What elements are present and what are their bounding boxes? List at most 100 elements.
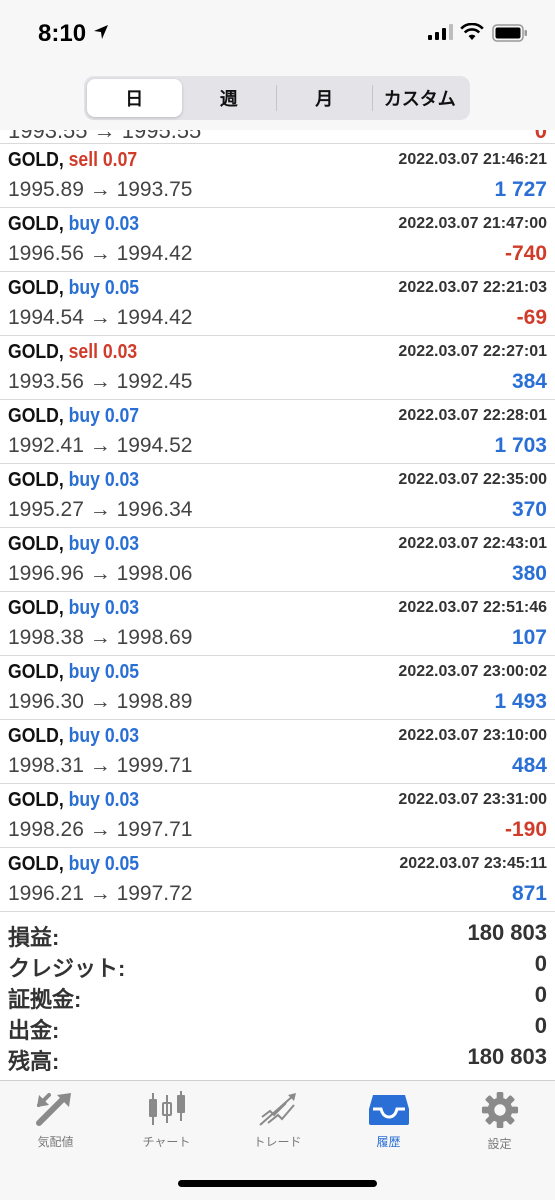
trade-row[interactable]: GOLD, buy 0.03 2022.03.07 21:47:00 1996.56… bbox=[0, 208, 555, 272]
trade-row[interactable]: GOLD, buy 0.03 2022.03.07 22:51:46 1998.38… bbox=[0, 592, 555, 656]
summary-withdrawal-row: 出金: 0 bbox=[0, 1011, 555, 1043]
trade-row[interactable]: GOLD, sell 0.07 2022.03.07 21:46:21 1995.8… bbox=[0, 144, 555, 208]
trade-symbol-name: GOLD, bbox=[8, 853, 64, 875]
trade-side: buy 0.03 bbox=[69, 213, 139, 235]
summary-value: 180 803 bbox=[467, 920, 547, 945]
trade-volume: 0.03 bbox=[104, 469, 140, 491]
trade-symbol: GOLD, buy 0.03 bbox=[8, 725, 139, 748]
trade-prices: 1993.56 → 1992.45 bbox=[8, 370, 193, 393]
trade-volume: 0.03 bbox=[104, 213, 140, 235]
trade-symbol-name: GOLD, bbox=[8, 341, 64, 363]
trade-profit: 1 727 bbox=[494, 178, 547, 201]
trade-row[interactable]: GOLD, buy 0.03 2022.03.07 23:31:00 1998.26… bbox=[0, 784, 555, 848]
trade-side: buy 0.05 bbox=[69, 853, 139, 875]
trade-row[interactable]: GOLD, buy 0.03 2022.03.07 22:43:01 1996.96… bbox=[0, 528, 555, 592]
segment-custom[interactable]: カスタム bbox=[373, 79, 468, 117]
trade-side-label: buy bbox=[68, 405, 100, 427]
status-time: 8:10 bbox=[38, 20, 87, 47]
trade-profit: 0 bbox=[534, 130, 547, 143]
location-arrow-icon bbox=[93, 24, 109, 45]
trade-symbol: GOLD, buy 0.03 bbox=[8, 597, 139, 620]
segment-day[interactable]: 日 bbox=[87, 79, 182, 117]
tab-label: 設定 bbox=[487, 1137, 512, 1151]
trade-time: 2022.03.07 22:35:00 bbox=[398, 471, 547, 488]
account-summary: 損益: 180 803 クレジット: 0 証拠金: 0 出金: 0 残高: 18… bbox=[0, 918, 555, 1078]
trade-symbol-name: GOLD, bbox=[8, 149, 64, 171]
trade-side-label: buy bbox=[68, 533, 100, 555]
trade-symbol: GOLD, buy 0.03 bbox=[8, 533, 139, 556]
battery-icon bbox=[492, 24, 528, 47]
trade-symbol: GOLD, sell 0.03 bbox=[8, 341, 137, 364]
trade-history-list[interactable]: 1993.55 → 1995.55 0 GOLD, sell 0.07 2022.… bbox=[0, 130, 555, 912]
segment-week[interactable]: 週 bbox=[182, 79, 277, 117]
trade-time: 2022.03.07 22:43:01 bbox=[398, 535, 547, 552]
trade-profit: -69 bbox=[516, 306, 547, 329]
trade-time: 2022.03.07 23:10:00 bbox=[398, 727, 547, 744]
trade-side-label: buy bbox=[68, 725, 100, 747]
tab-trade[interactable]: トレード bbox=[222, 1091, 333, 1151]
trade-row[interactable]: GOLD, buy 0.03 2022.03.07 23:10:00 1998.31… bbox=[0, 720, 555, 784]
trade-icon bbox=[258, 1093, 296, 1126]
trade-symbol-name: GOLD, bbox=[8, 661, 64, 683]
summary-label: クレジット: bbox=[8, 956, 126, 981]
home-indicator bbox=[178, 1180, 377, 1187]
summary-label: 出金: bbox=[8, 1018, 60, 1043]
summary-label: 証拠金: bbox=[8, 987, 82, 1012]
trade-time: 2022.03.07 21:47:00 bbox=[398, 215, 547, 232]
trade-profit: 107 bbox=[511, 626, 547, 649]
trade-side: sell 0.07 bbox=[69, 149, 138, 171]
trade-symbol-name: GOLD, bbox=[8, 277, 64, 299]
trade-side: buy 0.03 bbox=[69, 725, 139, 747]
trade-row[interactable]: GOLD, buy 0.05 2022.03.07 23:45:11 1996.21… bbox=[0, 848, 555, 912]
trade-prices: 1993.55 → 1995.55 bbox=[8, 130, 202, 143]
trade-profit: 384 bbox=[511, 370, 547, 393]
trade-side-label: buy bbox=[68, 213, 100, 235]
trade-symbol-name: GOLD, bbox=[8, 597, 64, 619]
tab-label: 気配値 bbox=[37, 1135, 74, 1149]
trade-profit: -190 bbox=[504, 818, 547, 841]
trade-profit: 871 bbox=[511, 882, 547, 905]
trade-side-label: sell bbox=[68, 341, 98, 363]
trade-side-label: buy bbox=[68, 597, 100, 619]
trade-symbol: GOLD, buy 0.05 bbox=[8, 277, 139, 300]
trade-time: 2022.03.07 22:27:01 bbox=[398, 343, 547, 360]
trade-side-label: buy bbox=[68, 789, 100, 811]
trade-volume: 0.05 bbox=[104, 661, 140, 683]
trade-symbol: GOLD, buy 0.07 bbox=[8, 405, 139, 428]
tab-history[interactable]: 履歴 bbox=[333, 1091, 444, 1151]
trade-volume: 0.05 bbox=[104, 277, 140, 299]
trade-row[interactable]: GOLD, buy 0.05 2022.03.07 23:00:02 1996.30… bbox=[0, 656, 555, 720]
trade-row[interactable]: GOLD, buy 0.05 2022.03.07 22:21:03 1994.54… bbox=[0, 272, 555, 336]
trade-profit: 1 493 bbox=[494, 690, 547, 713]
trade-volume: 0.05 bbox=[104, 853, 140, 875]
tab-settings[interactable]: 設定 bbox=[444, 1091, 555, 1151]
trade-side-label: buy bbox=[68, 661, 100, 683]
summary-label: 残高: bbox=[8, 1049, 60, 1074]
trade-profit: 370 bbox=[511, 498, 547, 521]
history-icon bbox=[368, 1095, 409, 1125]
trade-row[interactable]: GOLD, sell 0.03 2022.03.07 22:27:01 1993.5… bbox=[0, 336, 555, 400]
summary-value: 0 bbox=[534, 951, 547, 976]
trade-row[interactable]: GOLD, buy 0.07 2022.03.07 22:28:01 1992.41… bbox=[0, 400, 555, 464]
tab-label: チャート bbox=[142, 1135, 191, 1149]
trade-time: 2022.03.07 23:31:00 bbox=[398, 791, 547, 808]
trade-symbol-name: GOLD, bbox=[8, 469, 64, 491]
trade-side-label: buy bbox=[68, 853, 100, 875]
quotes-icon bbox=[35, 1093, 71, 1126]
trade-symbol: GOLD, buy 0.03 bbox=[8, 789, 139, 812]
trade-symbol-name: GOLD, bbox=[8, 213, 64, 235]
trade-profit: 484 bbox=[511, 754, 547, 777]
summary-value: 0 bbox=[534, 982, 547, 1007]
trade-row[interactable]: GOLD, buy 0.03 2022.03.07 22:35:00 1995.27… bbox=[0, 464, 555, 528]
signal-icon bbox=[428, 24, 454, 45]
summary-margin-row: 証拠金: 0 bbox=[0, 980, 555, 1012]
trade-side-label: sell bbox=[68, 149, 98, 171]
segment-month[interactable]: 月 bbox=[277, 79, 372, 117]
tab-chart[interactable]: チャート bbox=[111, 1091, 222, 1151]
trade-volume: 0.07 bbox=[104, 405, 140, 427]
trade-time: 2022.03.07 21:46:21 bbox=[398, 151, 547, 168]
summary-value: 0 bbox=[534, 1013, 547, 1038]
trade-symbol-name: GOLD, bbox=[8, 533, 64, 555]
tab-quotes[interactable]: 気配値 bbox=[0, 1091, 111, 1151]
gear-icon bbox=[481, 1091, 518, 1129]
